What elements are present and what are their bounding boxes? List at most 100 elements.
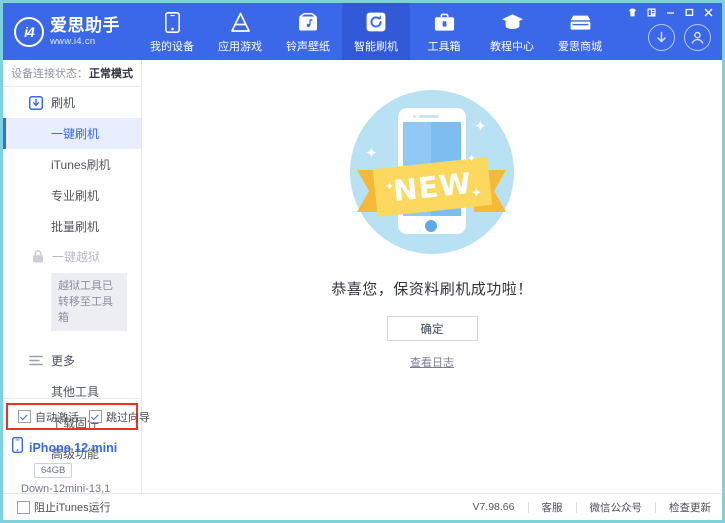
close-icon[interactable] — [700, 6, 716, 19]
checkbox-box[interactable] — [17, 501, 30, 514]
checkbox-auto-activate[interactable]: 自动激活 — [18, 409, 79, 425]
sidebar-group-label: 更多 — [51, 352, 75, 369]
tab-label: 工具箱 — [428, 38, 461, 54]
sparkle-icon: ✦ — [474, 119, 487, 134]
music-icon — [298, 11, 318, 33]
main-navigation: 我的设备 应用游戏 铃声壁纸 智能刷机 — [138, 3, 614, 60]
i4-logo-icon: i4 — [14, 17, 44, 47]
tab-label: 应用游戏 — [218, 38, 262, 54]
app-header: i4 爱思助手 www.i4.cn 我的设备 应用游戏 — [3, 3, 722, 60]
sidebar-item-label: iTunes刷机 — [51, 156, 111, 173]
logo-text: 爱思助手 www.i4.cn — [50, 17, 120, 47]
version-label: V7.98.66 — [472, 501, 514, 513]
success-message: 恭喜您，保资料刷机成功啦！ — [331, 278, 533, 299]
connected-device-panel[interactable]: iPhone 12 mini 64GB Down-12mini-13,1 — [3, 431, 141, 493]
device-name-row: iPhone 12 mini — [12, 437, 141, 458]
logo-title: 爱思助手 — [50, 17, 120, 34]
checkbox-label: 自动激活 — [35, 409, 79, 425]
illustration-camera-dot — [413, 115, 416, 118]
device-model: Down-12mini-13,1 — [21, 483, 141, 495]
tab-toolbox[interactable]: 工具箱 — [410, 3, 478, 60]
tab-ringtones-wallpapers[interactable]: 铃声壁纸 — [274, 3, 342, 60]
tab-label: 我的设备 — [150, 38, 194, 54]
connection-value: 正常模式 — [89, 65, 133, 81]
sidebar-item-label: 批量刷机 — [51, 218, 99, 235]
sparkle-icon: ✦ — [467, 154, 476, 165]
minimize-icon[interactable] — [662, 6, 678, 19]
tab-label: 爱思商城 — [558, 38, 602, 54]
tab-label: 教程中心 — [490, 38, 534, 54]
illustration-home-button — [425, 220, 437, 232]
device-icon — [12, 437, 23, 458]
main-content: NEW ✦ ✦ ✦ ✦ ✦ 恭喜您，保资料刷机成功啦！ 确定 查看日志 — [142, 60, 722, 493]
lock-icon — [31, 250, 45, 264]
sidebar-item-pro-flash[interactable]: 专业刷机 — [3, 180, 141, 211]
tab-tutorial-center[interactable]: 教程中心 — [478, 3, 546, 60]
toolbox-icon — [434, 11, 455, 33]
store-icon — [569, 11, 592, 33]
status-bar: 阻止iTunes运行 V7.98.66 客服 微信公众号 检查更新 — [3, 493, 722, 520]
checkbox-block-itunes[interactable]: 阻止iTunes运行 — [17, 499, 111, 515]
body-container: 设备连接状态： 正常模式 刷机 一键刷机 iTunes刷机 专业刷机 批量刷机 — [3, 60, 722, 493]
new-badge-text: NEW — [391, 166, 473, 208]
sidebar-item-label: 专业刷机 — [51, 187, 99, 204]
tab-apps-games[interactable]: 应用游戏 — [206, 3, 274, 60]
jailbreak-tooltip: 越狱工具已转移至工具箱 — [51, 273, 127, 331]
customer-service-link[interactable]: 客服 — [542, 500, 563, 515]
device-capacity-badge: 64GB — [34, 463, 72, 478]
sidebar-item-jailbreak: 一键越狱 — [3, 242, 141, 271]
checkbox-skip-wizard[interactable]: 跳过向导 — [89, 409, 150, 425]
flash-icon — [28, 95, 43, 110]
tab-my-device[interactable]: 我的设备 — [138, 3, 206, 60]
device-name: iPhone 12 mini — [29, 441, 117, 455]
app-logo[interactable]: i4 爱思助手 www.i4.cn — [3, 3, 134, 60]
tab-label: 铃声壁纸 — [286, 38, 330, 54]
sidebar-item-label: 一键越狱 — [52, 248, 100, 265]
sidebar-item-batch-flash[interactable]: 批量刷机 — [3, 211, 141, 242]
sidebar-item-one-key-flash[interactable]: 一键刷机 — [3, 118, 141, 149]
window-controls — [624, 6, 716, 19]
application-window: i4 爱思助手 www.i4.cn 我的设备 应用游戏 — [0, 0, 725, 523]
connection-label: 设备连接状态： — [11, 65, 88, 81]
separator — [576, 502, 577, 513]
sparkle-icon: ✦ — [471, 186, 482, 199]
sidebar-group-label: 刷机 — [51, 94, 75, 111]
skin-icon[interactable] — [624, 6, 640, 19]
maximize-icon[interactable] — [681, 6, 697, 19]
list-icon — [28, 353, 43, 368]
download-icon[interactable] — [648, 24, 675, 51]
separator — [655, 502, 656, 513]
options-highlight-box: 自动激活 跳过向导 — [6, 403, 138, 430]
sidebar-options: 自动激活 跳过向导 — [3, 398, 141, 430]
sidebar-group-more[interactable]: 更多 — [3, 345, 141, 376]
illustration-speaker — [419, 115, 439, 118]
sidebar-item-label: 一键刷机 — [51, 125, 99, 142]
apps-icon — [230, 11, 251, 33]
checkbox-label: 跳过向导 — [106, 409, 150, 425]
device-connection-status: 设备连接状态： 正常模式 — [3, 60, 141, 87]
graduation-icon — [501, 11, 524, 33]
tab-label: 智能刷机 — [354, 38, 398, 54]
sidebar: 设备连接状态： 正常模式 刷机 一键刷机 iTunes刷机 专业刷机 批量刷机 — [3, 60, 142, 493]
logo-url: www.i4.cn — [50, 37, 120, 47]
confirm-button[interactable]: 确定 — [387, 316, 478, 341]
sparkle-icon: ✦ — [365, 146, 378, 161]
status-bar-links: V7.98.66 客服 微信公众号 检查更新 — [472, 500, 711, 515]
phone-icon — [165, 11, 180, 33]
refresh-icon — [366, 11, 386, 33]
account-icon[interactable] — [684, 24, 711, 51]
tab-smart-flash[interactable]: 智能刷机 — [342, 3, 410, 60]
checkbox-box[interactable] — [89, 410, 102, 423]
new-badge-illustration: NEW ✦ ✦ ✦ ✦ ✦ — [343, 82, 521, 260]
check-update-link[interactable]: 检查更新 — [669, 500, 711, 515]
wechat-official-link[interactable]: 微信公众号 — [590, 500, 643, 515]
tab-i4-store[interactable]: 爱思商城 — [546, 3, 614, 60]
view-log-link[interactable]: 查看日志 — [410, 354, 454, 370]
sidebar-item-itunes-flash[interactable]: iTunes刷机 — [3, 149, 141, 180]
separator — [528, 502, 529, 513]
menu-icon[interactable] — [643, 6, 659, 19]
checkbox-label: 阻止iTunes运行 — [34, 499, 111, 515]
checkbox-box[interactable] — [18, 410, 31, 423]
sidebar-group-flash[interactable]: 刷机 — [3, 87, 141, 118]
sparkle-icon: ✦ — [385, 182, 394, 193]
